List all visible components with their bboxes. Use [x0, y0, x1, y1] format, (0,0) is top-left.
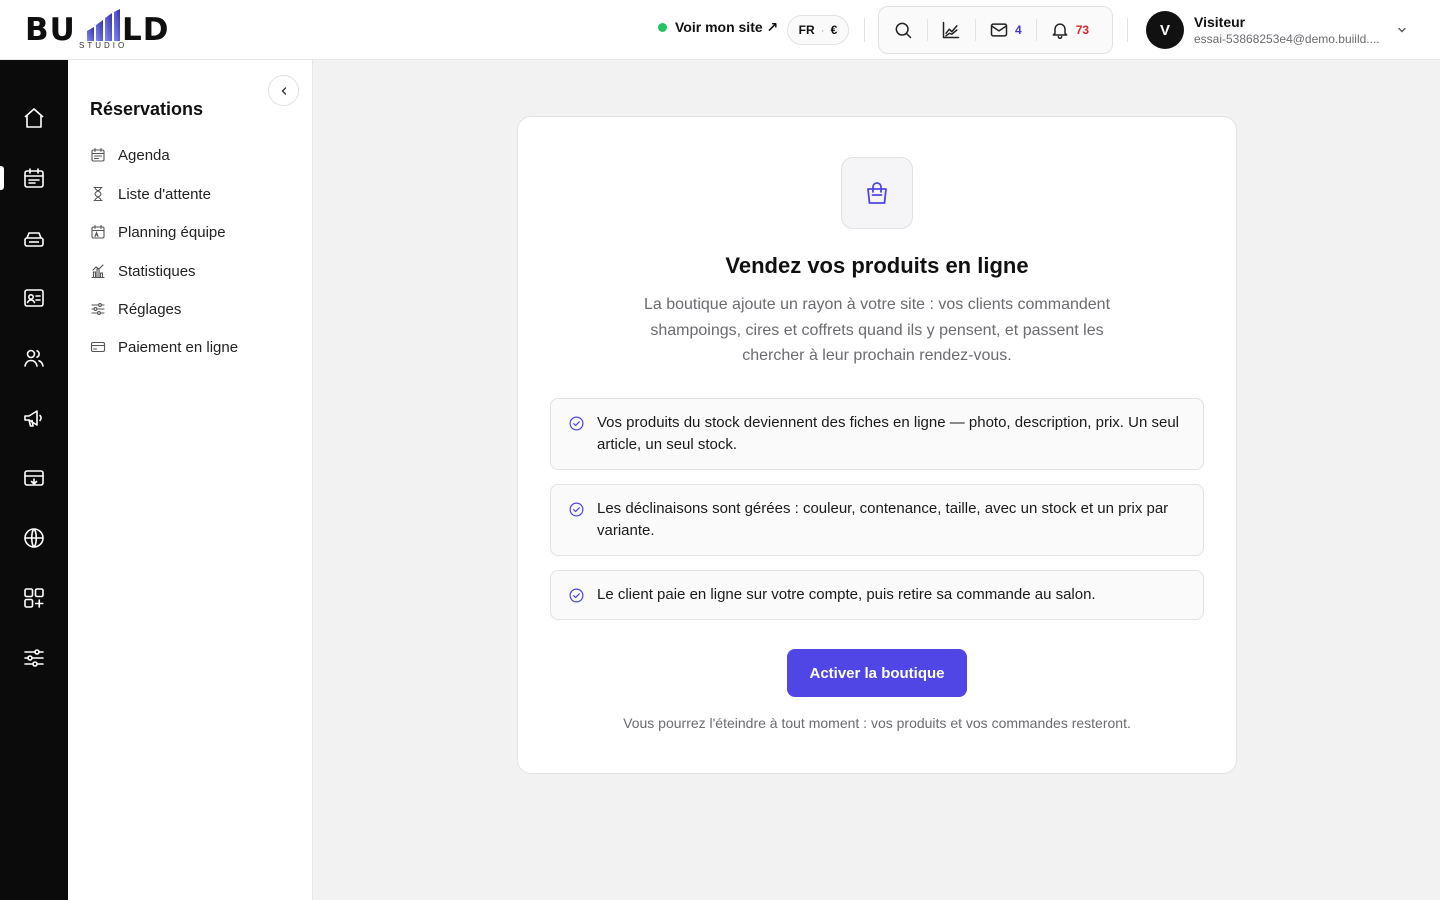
rail-item-website[interactable] [0, 516, 68, 560]
logo-subtitle: STUDIO [79, 41, 128, 50]
notifications-count: 73 [1075, 23, 1090, 37]
reservations-submenu: Réservations Agenda Liste d'attente Plan… [68, 60, 313, 900]
globe-icon [24, 528, 44, 548]
rail-item-marketing[interactable] [0, 396, 68, 440]
messages-button[interactable]: 4 [975, 6, 1036, 54]
logo-text-right: LD [122, 12, 170, 48]
currency-label: € [830, 23, 838, 37]
main-nav-rail [0, 60, 68, 900]
card-title: Vendez vos produits en ligne [725, 253, 1029, 278]
card-footnote: Vous pourrez l'éteindre à tout moment : … [623, 715, 1131, 731]
apps-icon [24, 588, 44, 608]
payment-terminal-icon [24, 470, 44, 486]
check-circle-icon [569, 416, 584, 431]
card-description: La boutique ajoute un rayon à votre site… [643, 296, 1111, 364]
rail-item-register[interactable] [0, 216, 68, 260]
submenu-item-label: Paiement en ligne [118, 338, 239, 356]
language-separator: · [820, 23, 825, 37]
feature-text: Les déclinaisons sont gérées : couleur, … [597, 500, 1169, 539]
chevron-left-icon [281, 86, 286, 95]
language-label: FR [798, 23, 815, 37]
register-icon [24, 232, 44, 247]
megaphone-icon [24, 410, 42, 427]
calendar-icon [91, 147, 105, 162]
home-icon [24, 108, 44, 128]
shop-icon-box [841, 157, 913, 229]
submenu-item-label: Liste d'attente [118, 185, 211, 203]
submenu-item-agenda[interactable]: Agenda [90, 140, 300, 170]
feature-item: Vos produits du stock deviennent des fic… [550, 398, 1204, 470]
mail-icon [990, 23, 1008, 37]
submenu-title: Réservations [90, 99, 204, 119]
check-circle-icon [569, 502, 584, 517]
rail-item-team[interactable] [0, 336, 68, 380]
online-status-dot [658, 23, 667, 32]
rail-item-payments[interactable] [0, 456, 68, 500]
collapse-sidebar-button[interactable] [268, 75, 299, 106]
messages-count: 4 [1015, 23, 1022, 37]
settings-sliders-icon [24, 649, 44, 667]
language-currency-selector[interactable]: FR · € [787, 15, 849, 45]
user-name: Visiteur [1194, 13, 1246, 30]
logo-text-left: BU [25, 12, 76, 48]
toolbar: 4 73 [878, 6, 1113, 54]
shopping-bag-icon [867, 182, 887, 204]
chart-line-icon [942, 21, 960, 39]
submenu-item-waitlist[interactable]: Liste d'attente [90, 179, 300, 209]
bell-icon [1052, 23, 1068, 40]
chevron-down-icon [1398, 27, 1406, 33]
rail-item-apps[interactable] [0, 576, 68, 620]
view-site-link[interactable]: Voir mon site ↗ [658, 19, 778, 36]
avatar: V [1146, 11, 1184, 49]
analytics-button[interactable] [927, 6, 975, 54]
contact-card-icon [24, 289, 44, 307]
calendar-icon [24, 168, 44, 188]
check-circle-icon [569, 588, 584, 603]
hourglass-icon [93, 186, 103, 202]
users-icon [24, 349, 44, 367]
feature-text: Vos produits du stock deviennent des fic… [597, 414, 1180, 453]
rail-item-clients[interactable] [0, 276, 68, 320]
notifications-button[interactable]: 73 [1035, 6, 1103, 54]
shop-activation-card: Vendez vos produits en ligne La boutique… [517, 116, 1237, 774]
user-info: Visiteur essai-53868253e4@demo.buiild...… [1194, 14, 1390, 47]
search-button[interactable] [879, 6, 927, 54]
sliders-icon [91, 303, 105, 315]
rail-item-settings[interactable] [0, 636, 68, 680]
feature-text: Le client paie en ligne sur votre compte… [597, 586, 1096, 603]
user-menu[interactable]: V Visiteur essai-53868253e4@demo.buiild.… [1146, 10, 1416, 50]
rail-item-reservations[interactable] [0, 156, 68, 200]
credit-card-icon [90, 341, 106, 353]
activate-shop-button[interactable]: Activer la boutique [787, 649, 967, 697]
submenu-item-statistics[interactable]: Statistiques [90, 256, 300, 286]
submenu-item-label: Réglages [118, 300, 182, 318]
view-site-label: Voir mon site ↗ [675, 19, 779, 35]
submenu-item-label: Agenda [118, 146, 170, 164]
submenu-item-label: Statistiques [118, 262, 196, 280]
submenu-item-label: Planning équipe [118, 223, 226, 241]
search-icon [895, 22, 912, 39]
top-bar: BU LD STUDIO Voir mon site ↗ FR · € 4 73… [0, 0, 1440, 60]
submenu-item-team-planning[interactable]: Planning équipe [90, 217, 300, 247]
stats-icon [91, 264, 105, 279]
logo-bars-icon [87, 9, 120, 41]
feature-item: Le client paie en ligne sur votre compte… [550, 570, 1204, 620]
divider [864, 18, 865, 42]
team-calendar-icon [91, 224, 105, 239]
divider [1127, 18, 1128, 42]
brand-logo[interactable]: BU LD STUDIO [25, 8, 185, 52]
user-email: essai-53868253e4@demo.buiild.... [1194, 31, 1380, 46]
rail-item-home[interactable] [0, 96, 68, 140]
feature-item: Les déclinaisons sont gérées : couleur, … [550, 484, 1204, 556]
submenu-item-online-payment[interactable]: Paiement en ligne [90, 332, 300, 362]
submenu-item-settings[interactable]: Réglages [90, 294, 300, 324]
